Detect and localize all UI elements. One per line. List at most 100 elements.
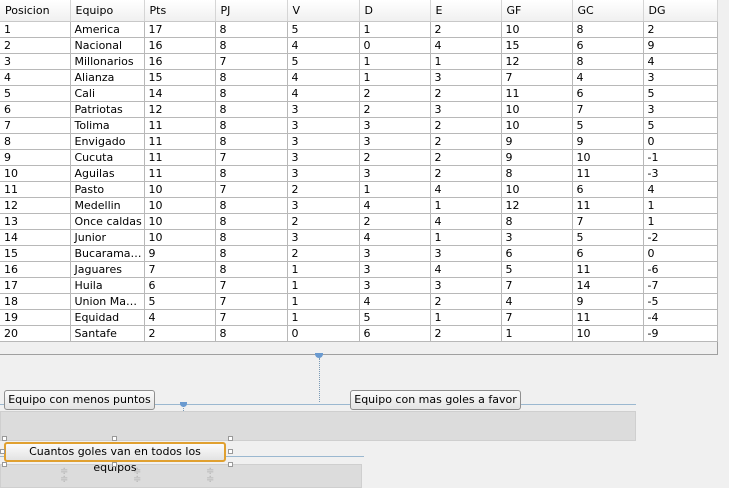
table-cell[interactable]: 4: [572, 69, 644, 86]
table-cell[interactable]: 16: [0, 261, 71, 278]
table-cell[interactable]: 5: [501, 261, 573, 278]
table-cell[interactable]: 5: [572, 117, 644, 134]
selection-handle-bl[interactable]: [2, 462, 7, 467]
table-cell[interactable]: 4: [359, 197, 431, 214]
table-cell[interactable]: 7: [215, 149, 288, 166]
table-cell[interactable]: Huila: [70, 277, 145, 294]
column-header-gc[interactable]: GC: [572, 0, 644, 22]
table-cell[interactable]: 3: [359, 245, 431, 262]
table-cell[interactable]: 15: [501, 37, 573, 54]
column-header-d[interactable]: D: [359, 0, 431, 22]
table-cell[interactable]: 3: [359, 277, 431, 294]
table-cell[interactable]: Patriotas: [70, 101, 145, 118]
table-cell[interactable]: 2: [144, 325, 216, 342]
table-cell[interactable]: 3: [287, 117, 360, 134]
table-cell[interactable]: 7: [572, 101, 644, 118]
table-cell[interactable]: 4: [359, 293, 431, 310]
table-cell[interactable]: 13: [0, 213, 71, 230]
column-header-pts[interactable]: Pts: [144, 0, 216, 22]
table-cell[interactable]: 14: [144, 85, 216, 102]
table-cell[interactable]: 2: [430, 117, 502, 134]
table-row[interactable]: 8 Envigado 11 8 3 3 2 9 9 0: [0, 133, 718, 150]
table-cell[interactable]: 8: [501, 213, 573, 230]
table-cell[interactable]: 8: [215, 101, 288, 118]
column-header-equipo[interactable]: Equipo: [70, 0, 145, 22]
table-cell[interactable]: 8: [215, 69, 288, 86]
table-cell[interactable]: 3: [287, 165, 360, 182]
table-cell[interactable]: 5: [144, 293, 216, 310]
table-cell[interactable]: 7: [501, 277, 573, 294]
table-cell[interactable]: Tolima: [70, 117, 145, 134]
table-cell[interactable]: 10: [501, 181, 573, 198]
table-cell[interactable]: 9: [144, 245, 216, 262]
table-row[interactable]: 19 Equidad 4 7 1 5 1 7 11 -4: [0, 309, 718, 326]
table-cell[interactable]: 3: [430, 277, 502, 294]
table-row[interactable]: 4 Alianza 15 8 4 1 3 7 4 3: [0, 69, 718, 86]
table-cell[interactable]: 6: [359, 325, 431, 342]
table-cell[interactable]: 11: [501, 85, 573, 102]
table-row[interactable]: 5 Cali 14 8 4 2 2 11 6 5: [0, 85, 718, 102]
table-cell[interactable]: 9: [0, 149, 71, 166]
table-cell[interactable]: 3: [430, 101, 502, 118]
table-cell[interactable]: 2: [430, 85, 502, 102]
table-cell[interactable]: 20: [0, 325, 71, 342]
table-cell[interactable]: -5: [643, 293, 718, 310]
table-cell[interactable]: 2: [643, 21, 718, 38]
table-cell[interactable]: 4: [643, 181, 718, 198]
table-cell[interactable]: 7: [0, 117, 71, 134]
table-cell[interactable]: Bucaramanga: [70, 245, 145, 262]
table-cell[interactable]: 5: [643, 117, 718, 134]
table-cell[interactable]: 6: [572, 245, 644, 262]
table-cell[interactable]: 4: [430, 213, 502, 230]
table-row[interactable]: 14 Junior 10 8 3 4 1 3 5 -2: [0, 229, 718, 246]
table-cell[interactable]: 17: [0, 277, 71, 294]
selection-handle-mr[interactable]: [228, 449, 233, 454]
table-cell[interactable]: 5: [359, 309, 431, 326]
table-cell[interactable]: 1: [643, 213, 718, 230]
table-row[interactable]: 17 Huila 6 7 1 3 3 7 14 -7: [0, 277, 718, 294]
column-header-gf[interactable]: GF: [501, 0, 573, 22]
table-cell[interactable]: Cali: [70, 85, 145, 102]
table-cell[interactable]: 3: [643, 69, 718, 86]
table-cell[interactable]: 7: [215, 181, 288, 198]
table-row[interactable]: 7 Tolima 11 8 3 3 2 10 5 5: [0, 117, 718, 134]
table-cell[interactable]: 7: [215, 293, 288, 310]
table-cell[interactable]: 8: [215, 325, 288, 342]
table-cell[interactable]: 10: [144, 229, 216, 246]
total-goals-button[interactable]: Cuantos goles van en todos los equipos: [4, 442, 226, 474]
table-cell[interactable]: 4: [359, 229, 431, 246]
table-cell[interactable]: Union Magd...: [70, 293, 145, 310]
table-cell[interactable]: 4: [287, 85, 360, 102]
table-cell[interactable]: 3: [430, 245, 502, 262]
table-cell[interactable]: 1: [287, 261, 360, 278]
table-cell[interactable]: 7: [572, 213, 644, 230]
table-cell[interactable]: Nacional: [70, 37, 145, 54]
table-cell[interactable]: Cucuta: [70, 149, 145, 166]
table-cell[interactable]: 12: [0, 197, 71, 214]
table-cell[interactable]: 1: [287, 309, 360, 326]
table-cell[interactable]: 4: [430, 181, 502, 198]
table-cell[interactable]: 3: [359, 165, 431, 182]
table-cell[interactable]: 6: [572, 85, 644, 102]
table-row[interactable]: 11 Pasto 10 7 2 1 4 10 6 4: [0, 181, 718, 198]
table-cell[interactable]: 3: [430, 69, 502, 86]
table-cell[interactable]: 10: [0, 165, 71, 182]
table-cell[interactable]: 11: [572, 261, 644, 278]
table-cell[interactable]: 10: [501, 101, 573, 118]
table-cell[interactable]: 0: [287, 325, 360, 342]
table-cell[interactable]: 1: [359, 53, 431, 70]
table-cell[interactable]: 12: [144, 101, 216, 118]
table-cell[interactable]: 10: [572, 149, 644, 166]
table-cell[interactable]: 2: [0, 37, 71, 54]
table-cell[interactable]: 2: [359, 85, 431, 102]
table-cell[interactable]: 1: [287, 293, 360, 310]
table-cell[interactable]: 2: [359, 213, 431, 230]
table-cell[interactable]: 14: [572, 277, 644, 294]
table-cell[interactable]: 0: [643, 133, 718, 150]
table-cell[interactable]: 4: [430, 37, 502, 54]
table-cell[interactable]: 2: [430, 165, 502, 182]
table-cell[interactable]: 3: [287, 133, 360, 150]
table-row[interactable]: 9 Cucuta 11 7 3 2 2 9 10 -1: [0, 149, 718, 166]
table-row[interactable]: 13 Once caldas 10 8 2 2 4 8 7 1: [0, 213, 718, 230]
guide-anchor-left[interactable]: [180, 402, 187, 407]
